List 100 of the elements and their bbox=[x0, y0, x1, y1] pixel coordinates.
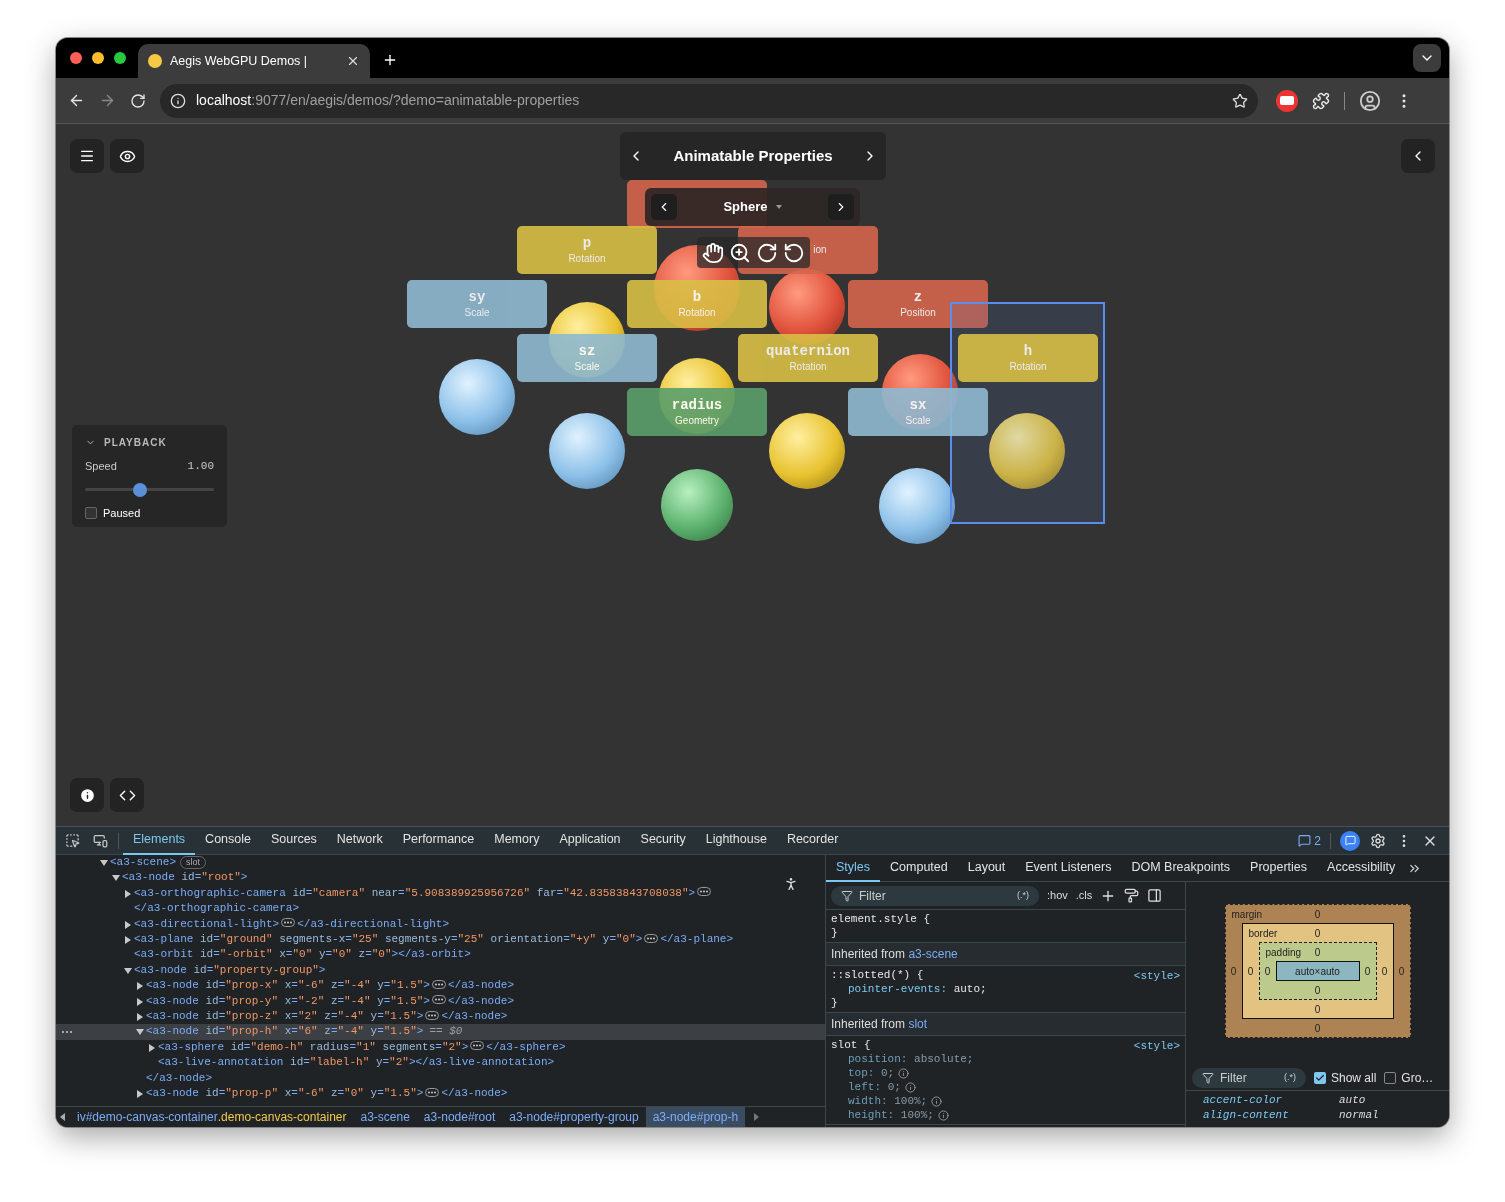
paint-roller-icon[interactable] bbox=[1124, 888, 1140, 903]
tree-row[interactable]: <a3-node id="prop-h" x="6" z="-4" y="1.5"> == $0 bbox=[56, 1024, 825, 1040]
speed-slider[interactable] bbox=[85, 482, 214, 497]
tree-row[interactable]: <a3-plane id="ground" segments-x="25" segments-y="25" orientation="+y" y="0"> </a3-plane> bbox=[56, 932, 825, 948]
regex-toggle[interactable]: (.*) bbox=[1017, 888, 1029, 903]
eye-button[interactable] bbox=[110, 139, 144, 173]
devtools-tab[interactable]: Recorder bbox=[776, 826, 849, 855]
tree-row[interactable]: <a3-directional-light> </a3-directional-light> bbox=[56, 916, 825, 933]
tree-row[interactable]: <a3-node id="root"> bbox=[56, 870, 825, 886]
element-tag[interactable]: </a3-orthographic-camera> bbox=[134, 902, 300, 915]
extension-icon[interactable] bbox=[1276, 89, 1298, 112]
class-toggle[interactable]: .cls bbox=[1075, 887, 1093, 904]
source-link[interactable]: <style> bbox=[1133, 969, 1180, 983]
breadcrumb[interactable]: iv#demo-canvas-container.demo-canvas-container bbox=[70, 1107, 354, 1127]
expand-triangle-icon[interactable] bbox=[136, 1013, 144, 1022]
devtools-tab[interactable]: Memory bbox=[484, 826, 550, 855]
tree-row[interactable]: <a3-node id="prop-y" x="-2" z="-4" y="1.5"> </a3-node> bbox=[56, 993, 825, 1010]
element-tag[interactable]: <a3-node id="prop-x" x="-6" z="-4" y="1.5"> bbox=[146, 979, 430, 992]
tab-search-button[interactable] bbox=[1413, 44, 1441, 72]
issues-counter[interactable]: 2 bbox=[1298, 831, 1321, 850]
element-tag[interactable]: <a3-orthographic-camera id="camera" near="5.908389925956726" far="42.83583843708038"> bbox=[134, 886, 696, 899]
info-icon[interactable] bbox=[937, 1109, 949, 1121]
hover-state-toggle[interactable]: :hov bbox=[1047, 887, 1068, 904]
paused-checkbox[interactable] bbox=[85, 506, 97, 519]
tree-row[interactable]: <a3-node id="property-group"> bbox=[56, 962, 825, 979]
expand-triangle-icon[interactable] bbox=[124, 936, 132, 945]
slider-thumb[interactable] bbox=[133, 482, 148, 497]
expand-triangle-icon[interactable] bbox=[124, 889, 132, 898]
avatar-icon[interactable] bbox=[1359, 89, 1381, 112]
expand-triangle-icon[interactable] bbox=[136, 997, 144, 1006]
devtools-tab[interactable]: Performance bbox=[392, 826, 485, 855]
zoom-in-icon[interactable] bbox=[728, 241, 751, 264]
element-tag[interactable]: </a3-node> bbox=[447, 994, 514, 1007]
checkbox[interactable] bbox=[1314, 1072, 1326, 1084]
sidebar-tab[interactable]: Properties bbox=[1240, 854, 1318, 882]
element-tag[interactable]: <a3-node id="property-group"> bbox=[134, 963, 326, 976]
previous-shape-button[interactable] bbox=[651, 194, 677, 220]
property-card[interactable]: z Position bbox=[848, 280, 988, 328]
sidebar-tab[interactable]: DOM Breakpoints bbox=[1121, 854, 1241, 882]
sidebar-tab[interactable]: Layout bbox=[957, 854, 1016, 882]
address-bar[interactable]: localhost:9077/en/aegis/demos/?demo=animatable-properties bbox=[160, 83, 1258, 118]
sidebar-tab[interactable]: Computed bbox=[880, 854, 958, 882]
expand-triangle-icon[interactable] bbox=[124, 920, 132, 929]
close-window-icon[interactable] bbox=[70, 52, 82, 64]
menu-button[interactable] bbox=[70, 139, 104, 173]
element-tag[interactable]: <a3-directional-light> bbox=[134, 917, 280, 930]
element-tag[interactable]: <a3-node id="prop-h" x="6" z="-4" y="1.5"> bbox=[146, 1025, 424, 1038]
next-shape-button[interactable] bbox=[828, 194, 854, 220]
collapse-triangle-icon[interactable] bbox=[124, 966, 132, 975]
element-tag[interactable]: </a3-node> bbox=[447, 979, 514, 992]
element-tag[interactable]: <a3-node id="prop-p" x="-6" z="0" y="1.5"> bbox=[146, 1087, 424, 1100]
styles-filter-field[interactable]: Filter (.*) bbox=[831, 885, 1039, 906]
tree-row[interactable]: <a3-node id="prop-p" x="-6" z="0" y="1.5"> </a3-node> bbox=[56, 1086, 825, 1102]
element-tag[interactable]: <a3-node id="prop-z" x="2" z="-4" y="1.5"> bbox=[146, 1010, 424, 1023]
tree-row[interactable]: <a3-orthographic-camera id="camera" near="5.908389925956726" far="42.83583843708038"> </a3-orthographic-camera> bbox=[56, 885, 825, 917]
expand-triangle-icon[interactable] bbox=[136, 1090, 144, 1099]
devtools-tab[interactable]: Network bbox=[326, 826, 393, 855]
bookmark-star-icon[interactable] bbox=[1232, 92, 1248, 109]
device-toolbar-icon[interactable] bbox=[93, 833, 108, 848]
accessibility-tree-icon[interactable] bbox=[783, 876, 799, 892]
element-tag[interactable]: </a3-node> bbox=[441, 1010, 508, 1023]
element-tag[interactable]: <a3-plane id="ground" segments-x="25" segments-y="25" orientation="+y" y="0"> bbox=[134, 933, 643, 946]
new-tab-icon[interactable] bbox=[382, 52, 398, 68]
breadcrumb[interactable]: a3-node#property-group bbox=[502, 1107, 646, 1127]
breadcrumb[interactable]: a3-node#prop-h bbox=[645, 1107, 746, 1127]
element-tag[interactable]: <a3-live-annotation id="label-h" y="2"></a3-live-annotation> bbox=[158, 1056, 555, 1069]
collapse-triangle-icon[interactable] bbox=[112, 874, 120, 883]
info-icon[interactable] bbox=[898, 1067, 910, 1079]
tree-row[interactable]: <a3-node id="prop-z" x="2" z="-4" y="1.5"> </a3-node> bbox=[56, 1009, 825, 1025]
rotate-icon[interactable] bbox=[756, 241, 779, 264]
collapse-triangle-icon[interactable] bbox=[100, 859, 108, 867]
extensions-icon[interactable] bbox=[1312, 91, 1330, 110]
info-icon[interactable] bbox=[904, 1081, 916, 1093]
filter-input[interactable]: Filter bbox=[1220, 1069, 1278, 1087]
sidebar-tab[interactable]: Styles bbox=[826, 854, 881, 882]
sidebar-tab[interactable]: Accessibility bbox=[1317, 854, 1406, 882]
close-tab-icon[interactable] bbox=[346, 54, 360, 68]
tree-row[interactable]: <a3-sphere id="demo-h" radius="1" segments="2"> </a3-sphere> bbox=[56, 1039, 825, 1056]
devtools-tab[interactable]: Security bbox=[630, 826, 696, 855]
element-tag[interactable]: </a3-node> bbox=[146, 1070, 212, 1087]
site-info-icon[interactable] bbox=[170, 92, 186, 109]
devtools-tab[interactable]: Lighthouse bbox=[695, 826, 777, 855]
info-icon[interactable] bbox=[931, 1095, 943, 1107]
forward-icon[interactable] bbox=[99, 92, 116, 109]
breadcrumb[interactable]: a3-node#root bbox=[416, 1107, 503, 1127]
sidebar-tab[interactable]: Event Listeners bbox=[1015, 854, 1122, 882]
element-tag[interactable]: <a3-node id="root"> bbox=[122, 871, 248, 884]
element-tag[interactable]: <a3-sphere id="demo-h" radius="1" segments="2"> bbox=[158, 1040, 469, 1053]
checkbox[interactable] bbox=[1384, 1072, 1397, 1084]
expand-triangle-icon[interactable] bbox=[136, 982, 144, 991]
element-tag[interactable]: <a3-orbit id="-orbit" x="0" y="0" z="0"></a3-orbit> bbox=[134, 948, 471, 961]
breadcrumb[interactable]: a3-scene bbox=[353, 1107, 417, 1127]
computed-filter-field[interactable]: Filter (.*) bbox=[1192, 1068, 1306, 1088]
code-button[interactable] bbox=[110, 778, 144, 812]
browser-tab[interactable]: Aegis WebGPU Demos | bbox=[138, 44, 370, 78]
element-tag[interactable]: <a3-node id="prop-y" x="-2" z="-4" y="1.5"> bbox=[146, 994, 430, 1007]
filter-input[interactable]: Filter bbox=[859, 886, 1011, 905]
minimize-window-icon[interactable] bbox=[92, 52, 104, 64]
element-tag[interactable]: </a3-plane> bbox=[660, 933, 734, 946]
tree-row[interactable]: <a3-orbit id="-orbit" x="0" y="0" z="0"></a3-orbit> bbox=[56, 947, 825, 963]
